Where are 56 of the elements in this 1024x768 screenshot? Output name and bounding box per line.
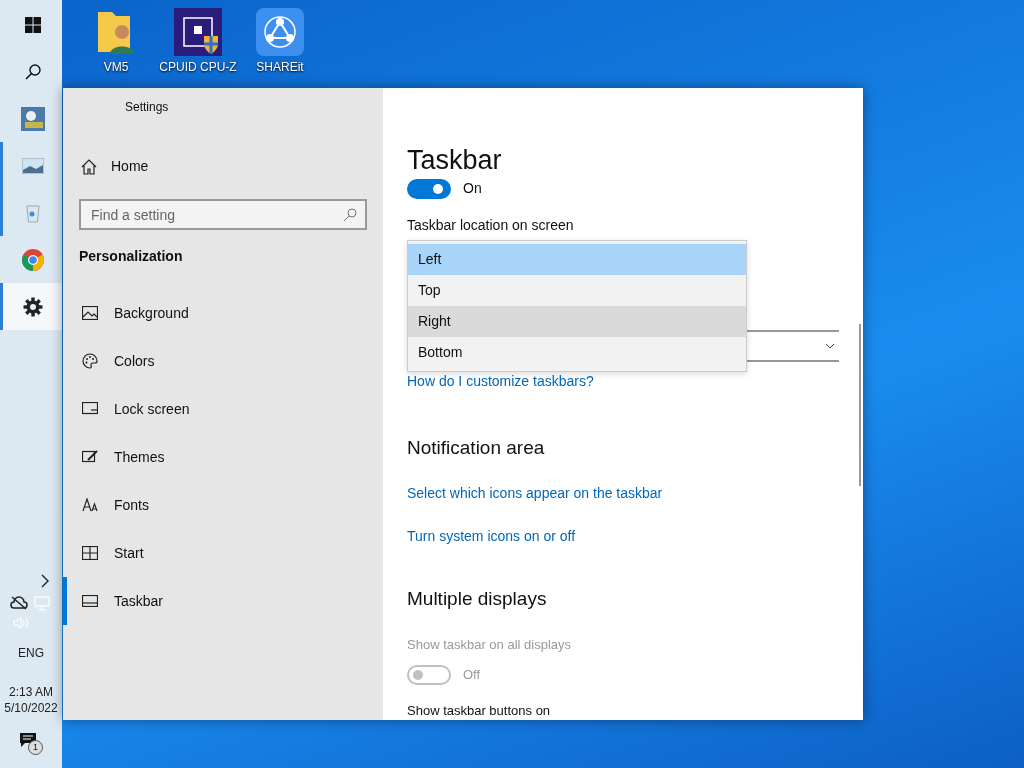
landscape-picture-icon	[21, 157, 44, 174]
section-heading: Multiple displays	[407, 586, 547, 611]
notification-button[interactable]: 1	[19, 732, 43, 756]
brush-icon	[82, 449, 98, 465]
dropdown-option[interactable]: Right	[408, 306, 746, 337]
desktop-shortcut[interactable]: VM5	[78, 6, 154, 76]
search-icon	[23, 62, 42, 81]
search-icon	[343, 208, 357, 222]
monitor-icon	[82, 402, 98, 416]
nav-item[interactable]: Background	[63, 289, 383, 337]
toggle-switch[interactable]	[407, 178, 451, 199]
nav-item[interactable]: Start	[63, 529, 383, 577]
home-icon	[81, 158, 97, 175]
field-label: Taskbar location on screen	[407, 216, 574, 235]
scrollbar[interactable]	[859, 324, 861, 486]
share-app-icon	[256, 8, 304, 56]
palette-icon	[82, 353, 98, 369]
page-heading: Taskbar	[407, 144, 502, 176]
taskbar-button[interactable]	[0, 283, 62, 330]
chrome-icon	[20, 247, 45, 272]
taskbar-icon	[82, 595, 98, 607]
cloud-off-icon[interactable]	[10, 596, 28, 610]
home-nav-item[interactable]: Home	[81, 156, 149, 177]
setting-label: Show taskbar on all displays	[407, 636, 572, 654]
windows-logo-icon	[24, 16, 41, 33]
toggle-label: Off	[463, 665, 481, 684]
section-heading: Notification area	[407, 436, 545, 460]
dropdown-option[interactable]: Bottom	[408, 337, 746, 368]
desktop-shortcut[interactable]: CPUID CPU-Z	[160, 6, 236, 76]
font-icon	[82, 498, 98, 512]
toggle-label: On	[463, 179, 482, 198]
window-title: Settings	[125, 99, 169, 116]
settings-icon	[22, 296, 43, 317]
start-menu-icon	[82, 546, 98, 560]
chevron-down-icon	[825, 343, 835, 349]
nav-item[interactable]: Lock screen	[63, 385, 383, 433]
chevron-right-icon[interactable]	[40, 574, 50, 588]
help-link[interactable]: How do I customize taskbars?	[407, 371, 594, 392]
recycle-bin-icon	[24, 202, 41, 223]
dropdown-option[interactable]: Left	[408, 244, 746, 275]
clock[interactable]: 2:13 AM 5/10/2022	[4, 684, 58, 716]
setting-label: Show taskbar buttons on	[407, 701, 551, 720]
nav-item[interactable]: Fonts	[63, 481, 383, 529]
picture-icon	[82, 306, 98, 320]
language-indicator[interactable]: ENG	[18, 644, 44, 662]
nav-item[interactable]: Colors	[63, 337, 383, 385]
game-app-icon	[20, 106, 45, 131]
dropdown-option[interactable]: Top	[408, 275, 746, 306]
search-field[interactable]: Find a setting	[79, 199, 367, 230]
section-heading: Personalization	[79, 247, 183, 266]
chip-icon	[174, 8, 222, 56]
settings-link[interactable]: Select which icons appear on the taskbar	[407, 482, 663, 504]
settings-link[interactable]: Turn system icons on or off	[407, 525, 576, 547]
desktop-shortcut[interactable]: SHAREit	[242, 6, 318, 76]
nav-item[interactable]: Themes	[63, 433, 383, 481]
notification-count: 1	[28, 740, 43, 755]
